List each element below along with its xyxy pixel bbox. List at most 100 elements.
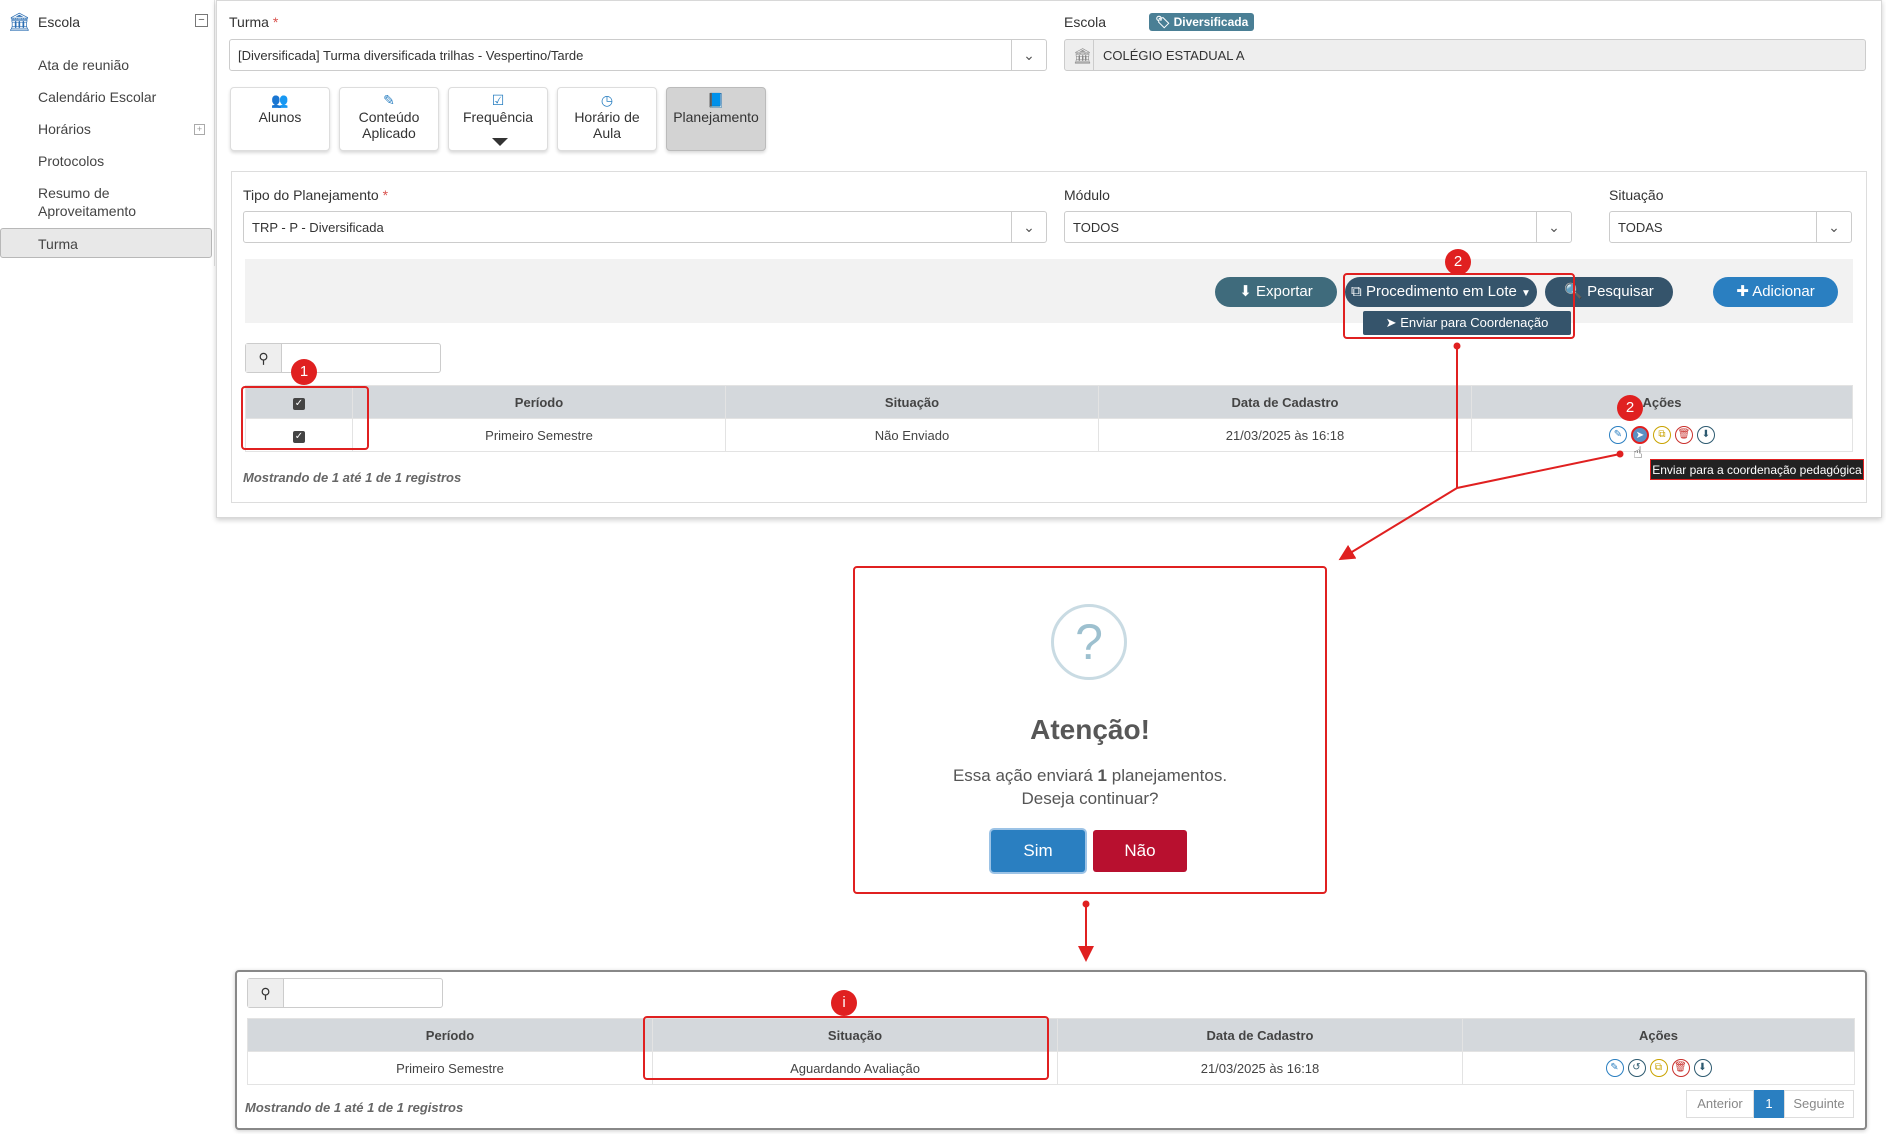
pesquisar-label: Pesquisar <box>1587 283 1654 300</box>
table-search[interactable]: ⚲ <box>247 978 443 1008</box>
tab-planejamento[interactable]: 📘 Planejamento <box>666 87 766 151</box>
edit-icon[interactable]: ✎ <box>1605 1059 1624 1077</box>
sidebar-item-resumo-line2: Aproveitamento <box>38 203 137 219</box>
annotation-box-checkboxes <box>241 386 369 450</box>
sidebar-item-resumo-line1: Resumo de <box>38 185 110 201</box>
sidebar-item-horarios[interactable]: Horários <box>38 120 91 138</box>
turma-select[interactable]: [Diversificada] Turma diversificada tril… <box>229 39 1047 71</box>
required-mark: * <box>272 14 279 30</box>
download-icon[interactable]: ⬇ <box>1697 426 1715 444</box>
cell-acoes: ✎ ➤ ⧉ 🗑 ⬇ <box>1471 418 1853 452</box>
tooltip: Enviar para a coordenação pedagógica <box>1650 459 1864 480</box>
magic-wand-icon: ✎ <box>383 92 395 108</box>
table-header-row: Período Situação Data de Cadastro Ações <box>247 1018 1855 1052</box>
plus-icon: ✚ <box>1736 283 1749 300</box>
field-divider <box>1093 40 1094 70</box>
check-square-icon: ☑ <box>491 92 505 108</box>
pager-next[interactable]: Seguinte <box>1784 1090 1854 1118</box>
clock-icon: ◷ <box>600 92 614 108</box>
users-icon: 👥 <box>271 92 289 108</box>
table-footer: Mostrando de 1 até 1 de 1 registros <box>243 470 462 485</box>
main-panel: Turma * 🏷 Diversificada [Diversificada] … <box>216 0 1882 518</box>
modulo-label: Módulo <box>1064 187 1110 203</box>
col-acoes: Ações <box>1471 385 1853 419</box>
search-icon[interactable]: ⚲ <box>246 344 282 372</box>
sim-button[interactable]: Sim <box>991 830 1085 872</box>
tab-frequencia[interactable]: ☑ Frequência <box>448 87 548 151</box>
col-periodo[interactable]: Período <box>352 385 726 419</box>
sidebar-item-turma-label: Turma <box>38 236 78 252</box>
sidebar-item-protocolos[interactable]: Protocolos <box>38 152 104 170</box>
dialog-text-pre: Essa ação enviará <box>952 766 1098 785</box>
sidebar-item-calendario[interactable]: Calendário Escolar <box>38 88 156 106</box>
cell-data: 21/03/2025 às 16:18 <box>1057 1051 1463 1085</box>
result-panel: ⚲ Período Situação Data de Cadastro Açõe… <box>235 970 1867 1130</box>
tab-alunos[interactable]: 👥 Alunos <box>230 87 330 151</box>
col-situacao[interactable]: Situação <box>725 385 1099 419</box>
exportar-button[interactable]: ⬇ Exportar <box>1215 277 1337 307</box>
sidebar-item-turma[interactable]: Turma <box>0 228 212 258</box>
cell-situacao: Não Enviado <box>725 418 1099 452</box>
tab-horario-label-2: Aula <box>592 125 622 141</box>
situacao-select-value: TODAS <box>1618 220 1663 235</box>
tab-horario-label-1: Horário de <box>574 109 640 125</box>
trash-icon[interactable]: 🗑 <box>1675 426 1693 444</box>
tab-conteudo[interactable]: ✎ Conteúdo Aplicado <box>339 87 439 151</box>
undo-icon[interactable]: ↺ <box>1627 1059 1646 1077</box>
situacao-select[interactable]: TODAS ⌄ <box>1609 211 1852 243</box>
table-header-row: ✓ Período Situação Data de Cadastro Açõe… <box>245 385 1853 419</box>
download-icon[interactable]: ⬇ <box>1693 1059 1712 1077</box>
tab-planejamento-label: Planejamento <box>673 109 759 125</box>
tipo-label-text: Tipo do Planejamento <box>243 187 379 203</box>
turma-select-value: [Diversificada] Turma diversificada tril… <box>238 48 584 63</box>
exportar-label: Exportar <box>1256 283 1313 300</box>
pager-prev[interactable]: Anterior <box>1686 1090 1754 1118</box>
col-periodo[interactable]: Período <box>247 1018 653 1052</box>
tipo-select-value: TRP - P - Diversificada <box>252 220 384 235</box>
annotation-marker-1: 1 <box>291 359 317 385</box>
col-data[interactable]: Data de Cadastro <box>1057 1018 1463 1052</box>
dialog-message: Essa ação enviará 1 planejamentos. Desej… <box>855 764 1325 810</box>
cell-acoes: ✎ ↺ ⧉ 🗑 ⬇ <box>1462 1051 1855 1085</box>
sidebar: 🏛 Escola − Ata de reunião Calendário Esc… <box>0 0 215 266</box>
tab-conteudo-label-1: Conteúdo <box>358 109 420 125</box>
tab-conteudo-label-2: Aplicado <box>362 125 416 141</box>
planejamento-table: ✓ Período Situação Data de Cadastro Açõe… <box>245 385 1853 452</box>
chevron-down-icon[interactable]: ⌄ <box>1011 40 1046 70</box>
collapse-icon[interactable]: − <box>195 14 208 27</box>
situacao-label: Situação <box>1609 187 1664 203</box>
table-row: ✓ Primeiro Semestre Não Enviado 21/03/20… <box>245 418 1853 452</box>
cell-periodo: Primeiro Semestre <box>247 1051 653 1085</box>
chevron-down-icon[interactable]: ⌄ <box>1011 212 1046 242</box>
dialog-count: 1 <box>1097 766 1108 785</box>
escola-label: Escola <box>1064 14 1107 30</box>
table-search[interactable]: ⚲ <box>245 343 441 373</box>
col-data[interactable]: Data de Cadastro <box>1098 385 1472 419</box>
paper-plane-icon[interactable]: ➤ <box>1631 426 1649 444</box>
annotation-dot <box>1082 900 1090 908</box>
tipo-select[interactable]: TRP - P - Diversificada ⌄ <box>243 211 1047 243</box>
cell-data: 21/03/2025 às 16:18 <box>1098 418 1472 452</box>
expand-icon[interactable]: + <box>194 124 205 135</box>
nao-button[interactable]: Não <box>1093 830 1187 872</box>
chevron-down-icon[interactable]: ⌄ <box>1536 212 1571 242</box>
download-icon: ⬇ <box>1239 283 1252 300</box>
sidebar-header[interactable]: 🏛 Escola − <box>8 12 208 32</box>
chevron-down-icon[interactable]: ⌄ <box>1816 212 1851 242</box>
adicionar-label: Adicionar <box>1752 283 1815 300</box>
tab-horario[interactable]: ◷ Horário de Aula <box>557 87 657 151</box>
copy-icon[interactable]: ⧉ <box>1649 1059 1668 1077</box>
modulo-select[interactable]: TODOS ⌄ <box>1064 211 1572 243</box>
edit-icon[interactable]: ✎ <box>1609 426 1627 444</box>
sidebar-item-ata[interactable]: Ata de reunião <box>38 56 129 74</box>
institution-icon: 🏛 <box>8 12 31 32</box>
sidebar-item-resumo[interactable]: Resumo de Aproveitamento <box>38 184 136 220</box>
result-table: Período Situação Data de Cadastro Ações … <box>247 1018 1855 1085</box>
search-icon[interactable]: ⚲ <box>248 979 284 1007</box>
adicionar-button[interactable]: ✚ Adicionar <box>1713 277 1838 307</box>
pager-current[interactable]: 1 <box>1754 1090 1784 1118</box>
trash-icon[interactable]: 🗑 <box>1671 1059 1690 1077</box>
dialog-text-post: planejamentos. <box>1107 766 1228 785</box>
badge-text: Diversificada <box>1173 15 1249 29</box>
copy-icon[interactable]: ⧉ <box>1653 426 1671 444</box>
